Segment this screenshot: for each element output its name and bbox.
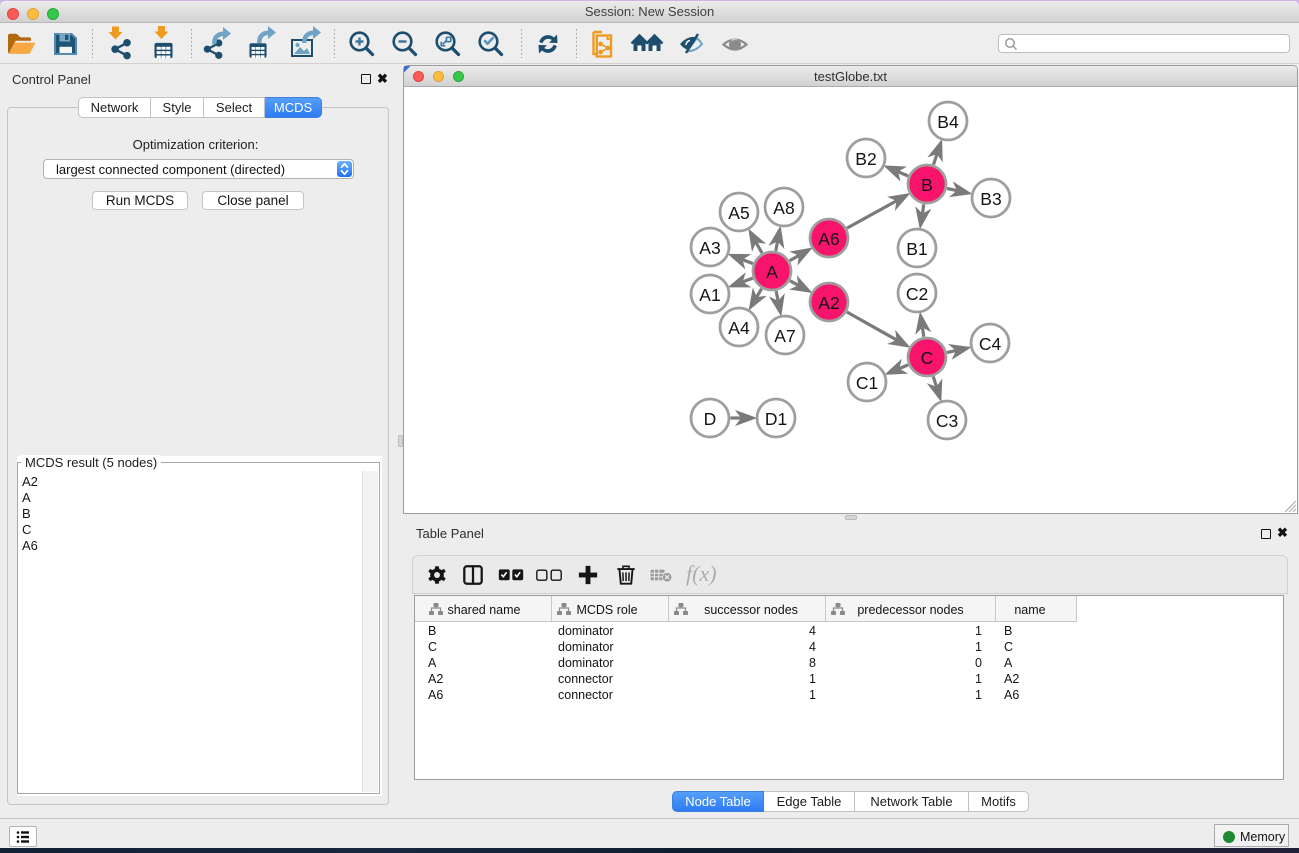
svg-text:B2: B2 [855,149,876,169]
svg-text:B: B [921,175,933,195]
svg-text:B4: B4 [937,112,959,132]
svg-text:A8: A8 [773,198,794,218]
svg-text:C1: C1 [856,373,878,393]
svg-text:C3: C3 [936,411,958,431]
svg-text:A1: A1 [699,285,720,305]
svg-text:B1: B1 [906,239,927,259]
svg-text:A2: A2 [818,293,839,313]
svg-text:A6: A6 [818,229,839,249]
svg-text:f(x): f(x) [686,561,717,586]
svg-text:A: A [766,262,778,282]
svg-text:D1: D1 [765,409,787,429]
svg-text:C2: C2 [906,284,928,304]
svg-text:D: D [704,409,717,429]
svg-text:A5: A5 [728,203,749,223]
svg-text:C: C [921,348,934,368]
svg-text:C4: C4 [979,334,1002,354]
svg-text:A3: A3 [699,238,720,258]
svg-text:A4: A4 [728,318,750,338]
svg-text:B3: B3 [980,189,1001,209]
svg-text:A7: A7 [774,326,795,346]
